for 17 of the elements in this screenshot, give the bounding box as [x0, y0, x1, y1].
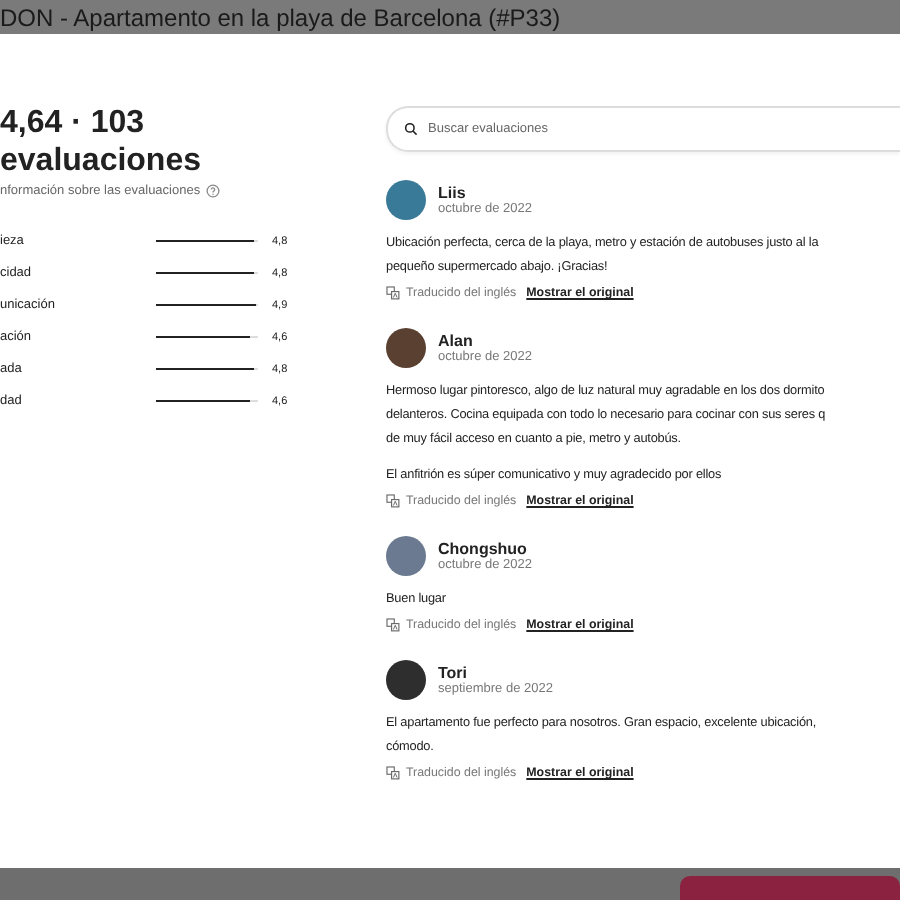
translate-icon — [386, 618, 400, 632]
reviewer-name: Tori — [438, 664, 470, 682]
reviewer-name: Liis — [438, 184, 468, 202]
reviewer-name: Chongshuo — [438, 540, 529, 558]
avatar-photo — [386, 180, 426, 220]
rating-heading: evaluaciones — [0, 142, 203, 180]
avatar-photo — [386, 536, 426, 576]
translate-icon — [386, 286, 400, 300]
window-title: DON - Apartamento en la playa de Barcelona (#P33) — [0, 3, 561, 31]
translate-icon — [386, 766, 400, 780]
avatar-photo — [386, 660, 426, 700]
avatar-photo — [386, 328, 426, 368]
search-icon — [404, 122, 418, 136]
rating-heading: 4,64 · 103 — [0, 104, 147, 142]
reviewer-name: Alan — [438, 332, 475, 350]
help-icon[interactable] — [206, 184, 221, 198]
translate-icon — [386, 494, 400, 508]
